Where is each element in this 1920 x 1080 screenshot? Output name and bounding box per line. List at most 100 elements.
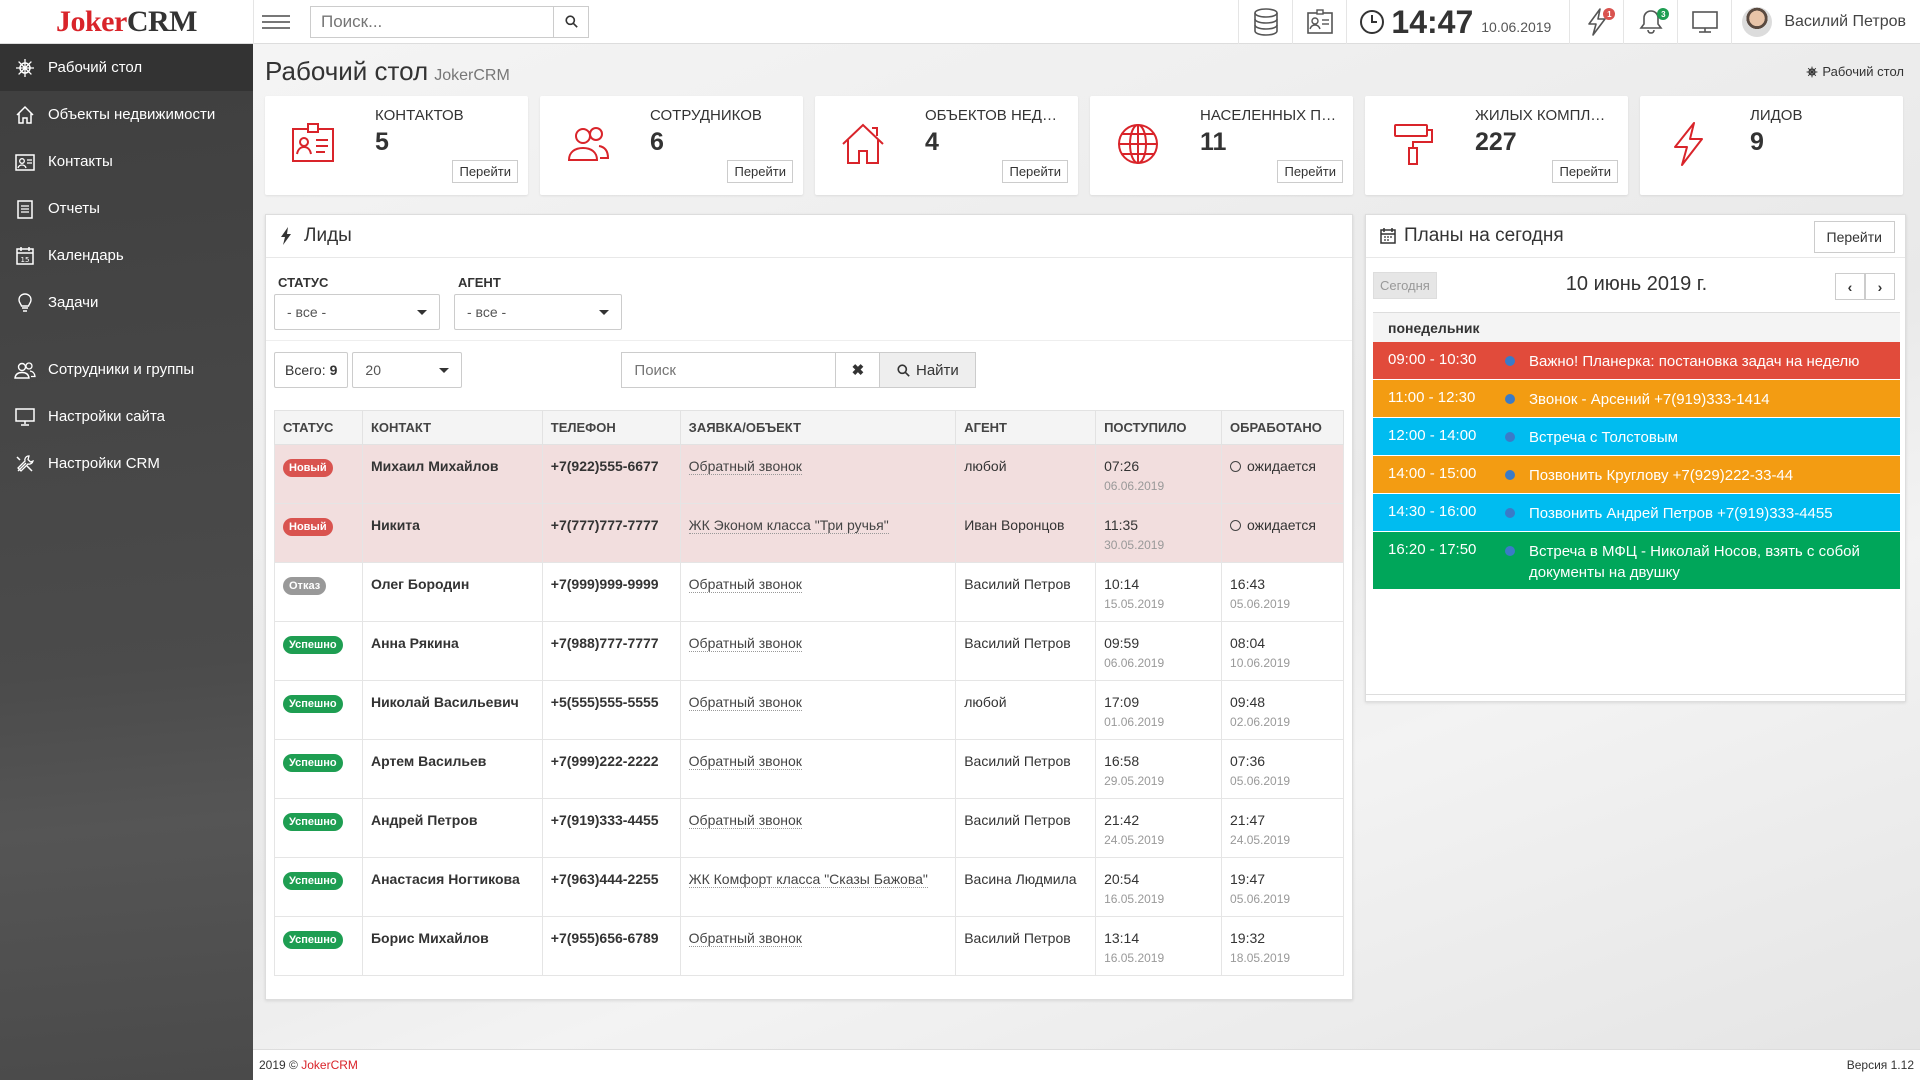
table-row[interactable]: Отказ Олег Бородин +7(999)999-9999 Обратный… bbox=[274, 562, 1344, 622]
calendar-event[interactable]: 09:00 - 10:30 Важно! Планерка: постановка… bbox=[1373, 342, 1900, 380]
leads-search-input[interactable] bbox=[621, 352, 836, 388]
breadcrumb[interactable]: Рабочий стол bbox=[1806, 64, 1904, 79]
stat-properties-go-button[interactable]: Перейти bbox=[1002, 160, 1068, 183]
sidebar-item-employees[interactable]: Сотрудники и группы bbox=[0, 346, 253, 393]
contacts-button[interactable] bbox=[1292, 0, 1346, 44]
cell-status: Успешно bbox=[274, 857, 363, 917]
cell-processed: 09:48 02.06.2019 bbox=[1221, 680, 1344, 740]
col-contact[interactable]: Контакт bbox=[361, 410, 543, 445]
contact-name[interactable]: Борис Михайлов bbox=[371, 930, 489, 946]
col-phone[interactable]: Телефон bbox=[541, 410, 681, 445]
cell-phone: +7(999)222-2222 bbox=[541, 739, 681, 799]
sidebar-item-dashboard[interactable]: Рабочий стол bbox=[0, 44, 253, 91]
copyright: 2019 © JokerCRM bbox=[259, 1058, 358, 1072]
table-row[interactable]: Успешно Борис Михайлов +7(955)656-6789 Обра… bbox=[274, 916, 1344, 976]
received-time: 11:35 bbox=[1104, 517, 1139, 533]
find-button[interactable]: Найти bbox=[880, 352, 977, 388]
sidebar-item-label: Рабочий стол bbox=[48, 59, 143, 76]
clear-search-button[interactable]: ✖ bbox=[835, 352, 881, 388]
col-received[interactable]: Поступило bbox=[1095, 410, 1223, 445]
calendar-event[interactable]: 14:00 - 15:00 Позвонить Круглову +7(929)2… bbox=[1373, 456, 1900, 494]
request-link[interactable]: Обратный звонок bbox=[688, 694, 802, 711]
search-icon bbox=[564, 15, 578, 28]
processed-date: 05.06.2019 bbox=[1230, 892, 1291, 906]
table-row[interactable]: Успешно Анастасия Ногтикова +7(963)444-225… bbox=[274, 857, 1344, 917]
filter-agent-select[interactable]: - все - bbox=[454, 294, 622, 330]
col-processed[interactable]: Обработано bbox=[1221, 410, 1344, 445]
request-link[interactable]: Обратный звонок bbox=[688, 458, 802, 475]
col-request[interactable]: Заявка/Объект bbox=[679, 410, 957, 445]
stat-employees-go-button[interactable]: Перейти bbox=[727, 160, 793, 183]
user-menu[interactable]: Василий Петров bbox=[1731, 0, 1920, 44]
sidebar-item-calendar[interactable]: 15 Календарь bbox=[0, 232, 253, 279]
table-header: Статус Контакт Телефон Заявка/Объект Аге… bbox=[274, 410, 1344, 445]
global-search-button[interactable] bbox=[553, 5, 589, 38]
request-link[interactable]: Обратный звонок bbox=[688, 812, 802, 829]
request-link[interactable]: Обратный звонок bbox=[688, 753, 802, 770]
calendar-event[interactable]: 16:20 - 17:50 Встреча в МФЦ - Николай Нос… bbox=[1373, 532, 1900, 590]
home-icon bbox=[14, 104, 36, 126]
next-day-button[interactable]: › bbox=[1865, 273, 1895, 300]
table-row[interactable]: Новый Михаил Михайлов +7(922)555-6677 Обрат… bbox=[274, 444, 1344, 504]
contact-name[interactable]: Анна Рякина bbox=[371, 635, 459, 651]
col-agent[interactable]: Агент bbox=[955, 410, 1097, 445]
database-button[interactable] bbox=[1238, 0, 1292, 44]
contact-name[interactable]: Андрей Петров bbox=[371, 812, 478, 828]
cell-received: 07:26 06.06.2019 bbox=[1095, 444, 1223, 504]
request-link[interactable]: ЖК Эконом класса "Три ручья" bbox=[688, 517, 889, 534]
contact-name[interactable]: Олег Бородин bbox=[371, 576, 469, 592]
global-search-input[interactable] bbox=[310, 5, 553, 38]
sidebar-item-site-settings[interactable]: Настройки сайта bbox=[0, 393, 253, 440]
today-button[interactable]: Сегодня bbox=[1373, 272, 1437, 299]
calendar-event[interactable]: 14:30 - 16:00 Позвонить Андрей Петров +7(… bbox=[1373, 494, 1900, 532]
leads-filters: Статус - все - Агент - все - bbox=[274, 275, 622, 330]
stat-properties: Объектов недвижимости 4 Перейти bbox=[815, 96, 1078, 195]
sidebar-item-tasks[interactable]: Задачи bbox=[0, 279, 253, 326]
contact-name[interactable]: Анастасия Ногтикова bbox=[371, 871, 520, 887]
contact-name[interactable]: Николай Васильевич bbox=[371, 694, 519, 710]
cell-agent: любой bbox=[955, 444, 1097, 504]
house-icon bbox=[842, 123, 884, 164]
request-link[interactable]: Обратный звонок bbox=[688, 576, 802, 593]
contact-name[interactable]: Михаил Михайлов bbox=[371, 458, 499, 474]
table-row[interactable]: Успешно Анна Рякина +7(988)777-7777 Обратны… bbox=[274, 621, 1344, 681]
stat-contacts-go-button[interactable]: Перейти bbox=[452, 160, 518, 183]
event-dot-icon bbox=[1505, 508, 1515, 518]
table-row[interactable]: Успешно Артем Васильев +7(999)222-2222 Обра… bbox=[274, 739, 1344, 799]
menu-toggle-icon[interactable] bbox=[253, 0, 298, 44]
request-link[interactable]: ЖК Комфорт класса "Сказы Бажова" bbox=[688, 871, 928, 888]
sidebar-item-contacts[interactable]: Контакты bbox=[0, 138, 253, 185]
sidebar-item-label: Отчеты bbox=[48, 200, 100, 217]
notifications-button[interactable]: 3 bbox=[1623, 0, 1677, 44]
contact-name[interactable]: Артем Васильев bbox=[371, 753, 486, 769]
caret-down-icon bbox=[417, 309, 427, 315]
site-button[interactable] bbox=[1677, 0, 1731, 44]
sidebar-item-reports[interactable]: Отчеты bbox=[0, 185, 253, 232]
filter-status-select[interactable]: - все - bbox=[274, 294, 440, 330]
sidebar-item-properties[interactable]: Объекты недвижимости bbox=[0, 91, 253, 138]
cell-received: 20:54 16.05.2019 bbox=[1095, 857, 1223, 917]
request-link[interactable]: Обратный звонок bbox=[688, 930, 802, 947]
stat-complexes-go-button[interactable]: Перейти bbox=[1552, 160, 1618, 183]
table-row[interactable]: Новый Никита +7(777)777-7777 ЖК Эконом клас… bbox=[274, 503, 1344, 563]
prev-day-button[interactable]: ‹ bbox=[1835, 273, 1865, 300]
calendar-event[interactable]: 11:00 - 12:30 Звонок - Арсений +7(919)333… bbox=[1373, 380, 1900, 418]
leads-notifications-button[interactable]: 1 bbox=[1569, 0, 1623, 44]
contact-name[interactable]: Никита bbox=[371, 517, 420, 533]
stat-settlements-go-button[interactable]: Перейти bbox=[1277, 160, 1343, 183]
logo[interactable]: Joker CRM bbox=[0, 0, 253, 44]
cell-status: Новый bbox=[274, 503, 363, 563]
leads-toolbar: Всего:9 20 ✖ Найти bbox=[274, 352, 977, 388]
col-status[interactable]: Статус bbox=[274, 410, 363, 445]
total-count: Всего: 9 bbox=[274, 352, 349, 388]
footer-brand-link[interactable]: JokerCRM bbox=[301, 1058, 358, 1072]
request-link[interactable]: Обратный звонок bbox=[688, 635, 802, 652]
sidebar-item-crm-settings[interactable]: Настройки CRM bbox=[0, 440, 253, 487]
plans-go-button[interactable]: Перейти bbox=[1813, 221, 1895, 253]
table-row[interactable]: Успешно Николай Васильевич +5(555)555-5555… bbox=[274, 680, 1344, 740]
calendar-event[interactable]: 12:00 - 14:00 Встреча с Толстовым bbox=[1373, 418, 1900, 456]
lightning-icon bbox=[281, 227, 291, 245]
per-page-select[interactable]: 20 bbox=[352, 352, 463, 388]
lightbulb-icon bbox=[14, 292, 36, 314]
table-row[interactable]: Успешно Андрей Петров +7(919)333-4455 Обрат… bbox=[274, 798, 1344, 858]
